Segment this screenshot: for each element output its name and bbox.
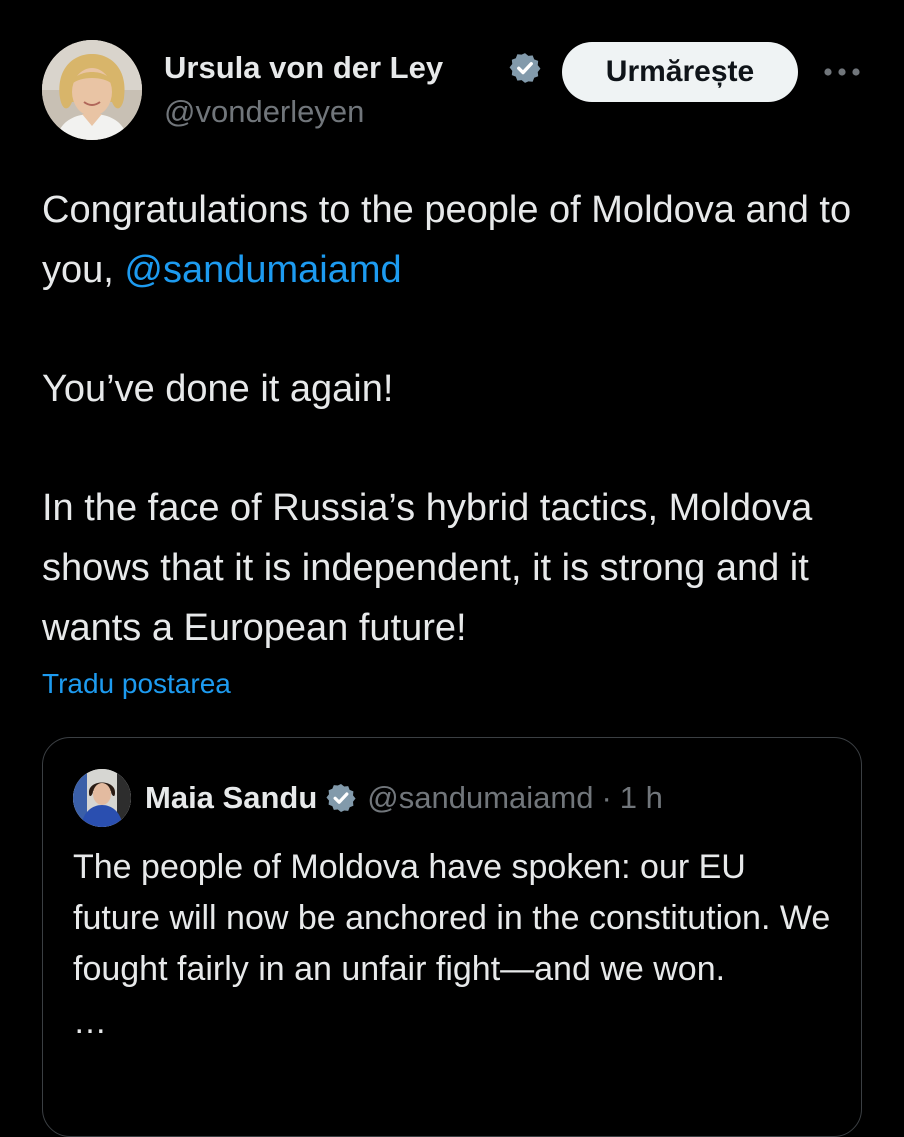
quoted-truncation: … — [73, 1003, 107, 1041]
tweet-paragraph-1: Congratulations to the people of Moldova… — [42, 180, 872, 300]
author-avatar[interactable] — [42, 40, 142, 140]
quoted-author-handle[interactable]: @sandumaiamd — [367, 780, 593, 816]
follow-button[interactable]: Urmărește — [562, 42, 798, 102]
tweet: Ursula von der Ley @vonderleyen Urmăreșt… — [0, 0, 904, 1137]
tweet-text: Congratulations to the people of Moldova… — [42, 180, 872, 658]
author-info: Ursula von der Ley @vonderleyen — [164, 46, 542, 130]
quoted-timestamp[interactable]: 1 h — [620, 780, 663, 816]
quoted-author-name[interactable]: Maia Sandu — [145, 780, 317, 816]
separator-dot: · — [601, 780, 612, 815]
quoted-verified-badge-icon — [325, 782, 357, 814]
tweet-header: Ursula von der Ley @vonderleyen Urmăreșt… — [42, 40, 872, 144]
tweet-paragraph-3: In the face of Russia’s hybrid tactics, … — [42, 487, 813, 649]
quoted-tweet[interactable]: Maia Sandu @sandumaiamd · 1 h The people… — [42, 737, 862, 1137]
author-name-row: Ursula von der Ley — [164, 46, 542, 90]
author-display-name[interactable]: Ursula von der Ley — [164, 50, 506, 86]
translate-link[interactable]: Tradu postarea — [42, 668, 231, 700]
quoted-tweet-header: Maia Sandu @sandumaiamd · 1 h — [73, 768, 663, 828]
more-options-icon[interactable] — [820, 54, 864, 90]
quoted-author-avatar[interactable] — [73, 769, 131, 827]
quoted-text-body: The people of Moldova have spoken: our E… — [73, 848, 831, 988]
mention-link[interactable]: @sandumaiamd — [124, 249, 401, 291]
author-handle[interactable]: @vonderleyen — [164, 94, 542, 130]
tweet-paragraph-2: You’ve done it again! — [42, 368, 394, 410]
verified-badge-icon — [508, 51, 542, 85]
quoted-tweet-text: The people of Moldova have spoken: our E… — [73, 842, 833, 1048]
